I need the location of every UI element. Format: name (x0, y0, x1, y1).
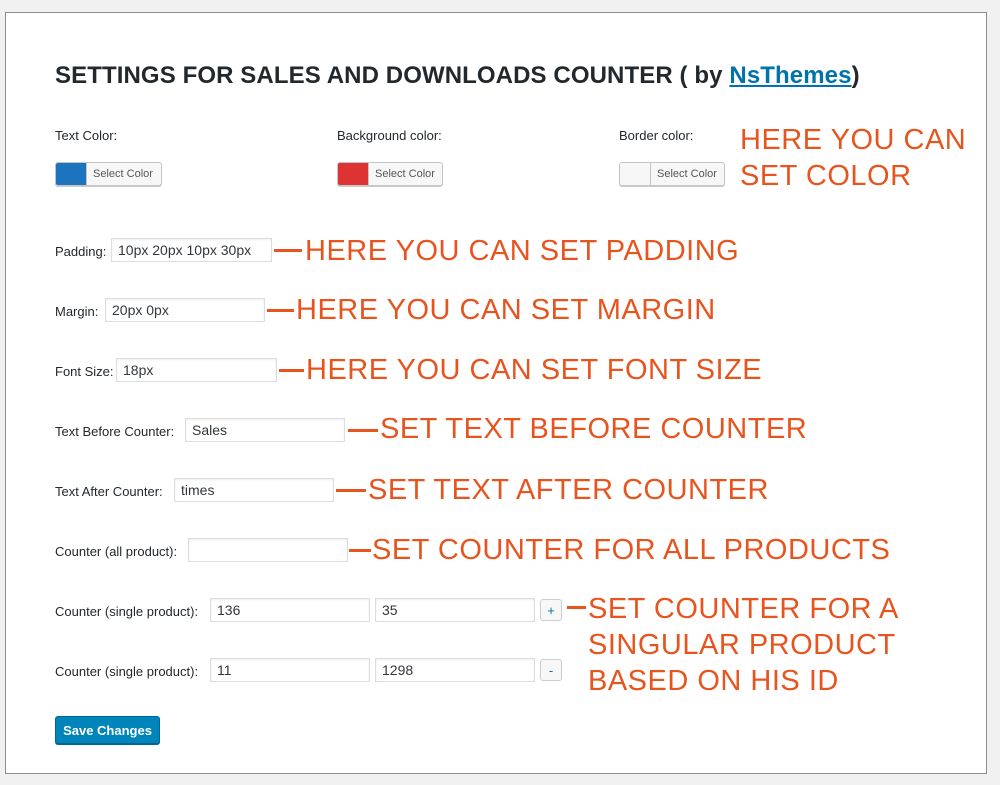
save-changes-button[interactable]: Save Changes (55, 716, 160, 744)
annotation-dash-font-size (279, 369, 304, 372)
padding-label: Padding: (55, 244, 107, 259)
background-color-picker[interactable]: Select Color (337, 162, 443, 186)
annotation-color-line1: HERE YOU CAN (740, 124, 967, 156)
title-suffix: ) (851, 62, 860, 89)
single-counter-label: Counter (single product): (55, 604, 199, 619)
annotation-text-before: SET TEXT BEFORE COUNTER (380, 413, 808, 445)
counter-all-input[interactable] (188, 538, 348, 562)
add-counter-button[interactable]: + (540, 599, 562, 621)
text-after-input[interactable]: times (174, 478, 334, 502)
background-color-swatch (338, 163, 369, 185)
annotation-single-line1: SET COUNTER FOR A (588, 593, 899, 625)
text-before-label: Text Before Counter: (55, 424, 175, 439)
annotation-margin: HERE YOU CAN SET MARGIN (296, 294, 716, 326)
annotation-single-line3: BASED ON HIS ID (588, 665, 839, 697)
annotation-dash-counter-all (349, 549, 371, 552)
counter-all-label: Counter (all product): (55, 544, 178, 559)
border-color-label: Border color: (619, 128, 694, 143)
annotation-dash-text-before (348, 429, 378, 432)
nsthemes-link[interactable]: NsThemes (729, 62, 851, 89)
annotation-padding: HERE YOU CAN SET PADDING (305, 235, 740, 267)
background-color-select-label: Select Color (375, 168, 435, 180)
annotation-counter-all: SET COUNTER FOR ALL PRODUCTS (372, 534, 891, 566)
single-counter-id-input[interactable]: 136 (210, 598, 370, 622)
remove-counter-button[interactable]: - (540, 659, 562, 681)
text-after-label: Text After Counter: (55, 484, 163, 499)
text-color-label: Text Color: (55, 128, 118, 143)
padding-input[interactable]: 10px 20px 10px 30px (111, 238, 272, 262)
annotation-dash-single (567, 606, 586, 609)
margin-input[interactable]: 20px 0px (105, 298, 265, 322)
text-color-picker[interactable]: Select Color (55, 162, 162, 186)
border-color-swatch (620, 163, 651, 185)
annotation-single-line2: SINGULAR PRODUCT (588, 629, 896, 661)
single-counter-value-input[interactable]: 35 (375, 598, 535, 622)
annotation-dash-padding (274, 249, 302, 252)
text-before-input[interactable]: Sales (185, 418, 345, 442)
font-size-input[interactable]: 18px (116, 358, 277, 382)
title-prefix: SETTINGS FOR SALES AND DOWNLOADS COUNTER… (55, 62, 730, 89)
border-color-picker[interactable]: Select Color (619, 162, 725, 186)
background-color-label: Background color: (337, 128, 442, 143)
annotation-color-line2: SET COLOR (740, 160, 912, 192)
annotation-font-size: HERE YOU CAN SET FONT SIZE (306, 354, 763, 386)
font-size-label: Font Size: (55, 364, 114, 379)
margin-label: Margin: (55, 304, 99, 319)
single-counter-label: Counter (single product): (55, 664, 199, 679)
annotation-text-after: SET TEXT AFTER COUNTER (368, 474, 769, 506)
single-counter-value-input[interactable]: 1298 (375, 658, 535, 682)
text-color-select-label: Select Color (93, 168, 153, 180)
text-color-swatch (56, 163, 87, 185)
border-color-select-label: Select Color (657, 168, 717, 180)
page-title: SETTINGS FOR SALES AND DOWNLOADS COUNTER… (55, 62, 860, 90)
single-counter-id-input[interactable]: 11 (210, 658, 370, 682)
annotation-dash-margin (267, 309, 294, 312)
annotation-dash-text-after (336, 489, 366, 492)
